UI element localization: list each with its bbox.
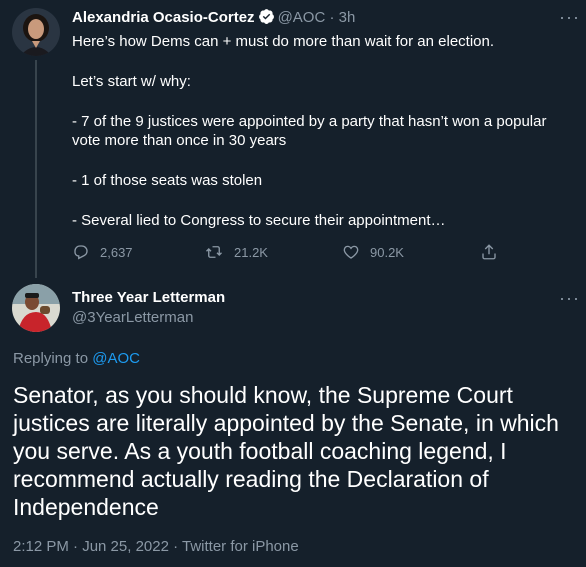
reply-author-handle[interactable]: @3YearLetterman	[72, 308, 193, 328]
author-handle[interactable]: @AOC	[278, 9, 326, 26]
verified-badge-icon	[258, 8, 275, 31]
tweet-action-bar: 2,637 21.2K 90.2K	[72, 242, 500, 262]
share-icon	[482, 244, 496, 260]
replying-to: Replying to @AOC	[13, 349, 140, 369]
reply-icon	[74, 245, 88, 260]
reply-tweet-body: Senator, as you should know, the Supreme…	[13, 382, 559, 520]
like-action[interactable]: 90.2K	[342, 242, 404, 262]
reply-action[interactable]: 2,637	[72, 242, 133, 262]
heart-icon	[343, 245, 359, 259]
share-action[interactable]	[480, 242, 498, 262]
header-separator: ·	[329, 9, 335, 26]
aoc-avatar[interactable]	[12, 8, 60, 56]
retweet-count: 21.2K	[234, 244, 268, 260]
retweet-icon	[206, 246, 222, 258]
three-year-letterman-avatar[interactable]	[12, 284, 60, 332]
tweet-line-3: - 7 of the 9 justices were appointed by …	[72, 113, 547, 130]
tweet-line-2: Let’s start w/ why:	[72, 73, 191, 90]
reply-timestamp[interactable]: 2:12 PM · Jun 25, 2022 · Twitter for iPh…	[13, 537, 299, 557]
retweet-action[interactable]: 21.2K	[204, 242, 268, 262]
reply-tweet-more-icon[interactable]: ···	[559, 289, 580, 307]
original-tweet-more-icon[interactable]: ···	[559, 8, 580, 26]
replying-to-label: Replying to	[13, 350, 93, 367]
tweet-line-1: Here’s how Dems can + must do more than …	[72, 33, 495, 50]
thread-connector-line	[35, 60, 37, 278]
tweet-line-6: - Several lied to Congress to secure the…	[72, 212, 446, 229]
reply-author-name-row: Three Year Letterman	[72, 288, 225, 308]
tweet-line-5: - 1 of those seats was stolen	[72, 172, 263, 189]
author-display-name[interactable]: Alexandria Ocasio-Cortez	[72, 9, 255, 26]
replying-to-handle-link[interactable]: @AOC	[92, 350, 140, 367]
tweet-line-4: vote more than once in 30 years	[72, 132, 287, 149]
original-tweet-header: Alexandria Ocasio-Cortez @AOC · 3h	[72, 8, 355, 31]
like-count: 90.2K	[370, 244, 404, 260]
reply-author-display-name[interactable]: Three Year Letterman	[72, 289, 225, 306]
reply-count: 2,637	[100, 244, 133, 260]
tweet-time-ago[interactable]: 3h	[339, 9, 356, 26]
